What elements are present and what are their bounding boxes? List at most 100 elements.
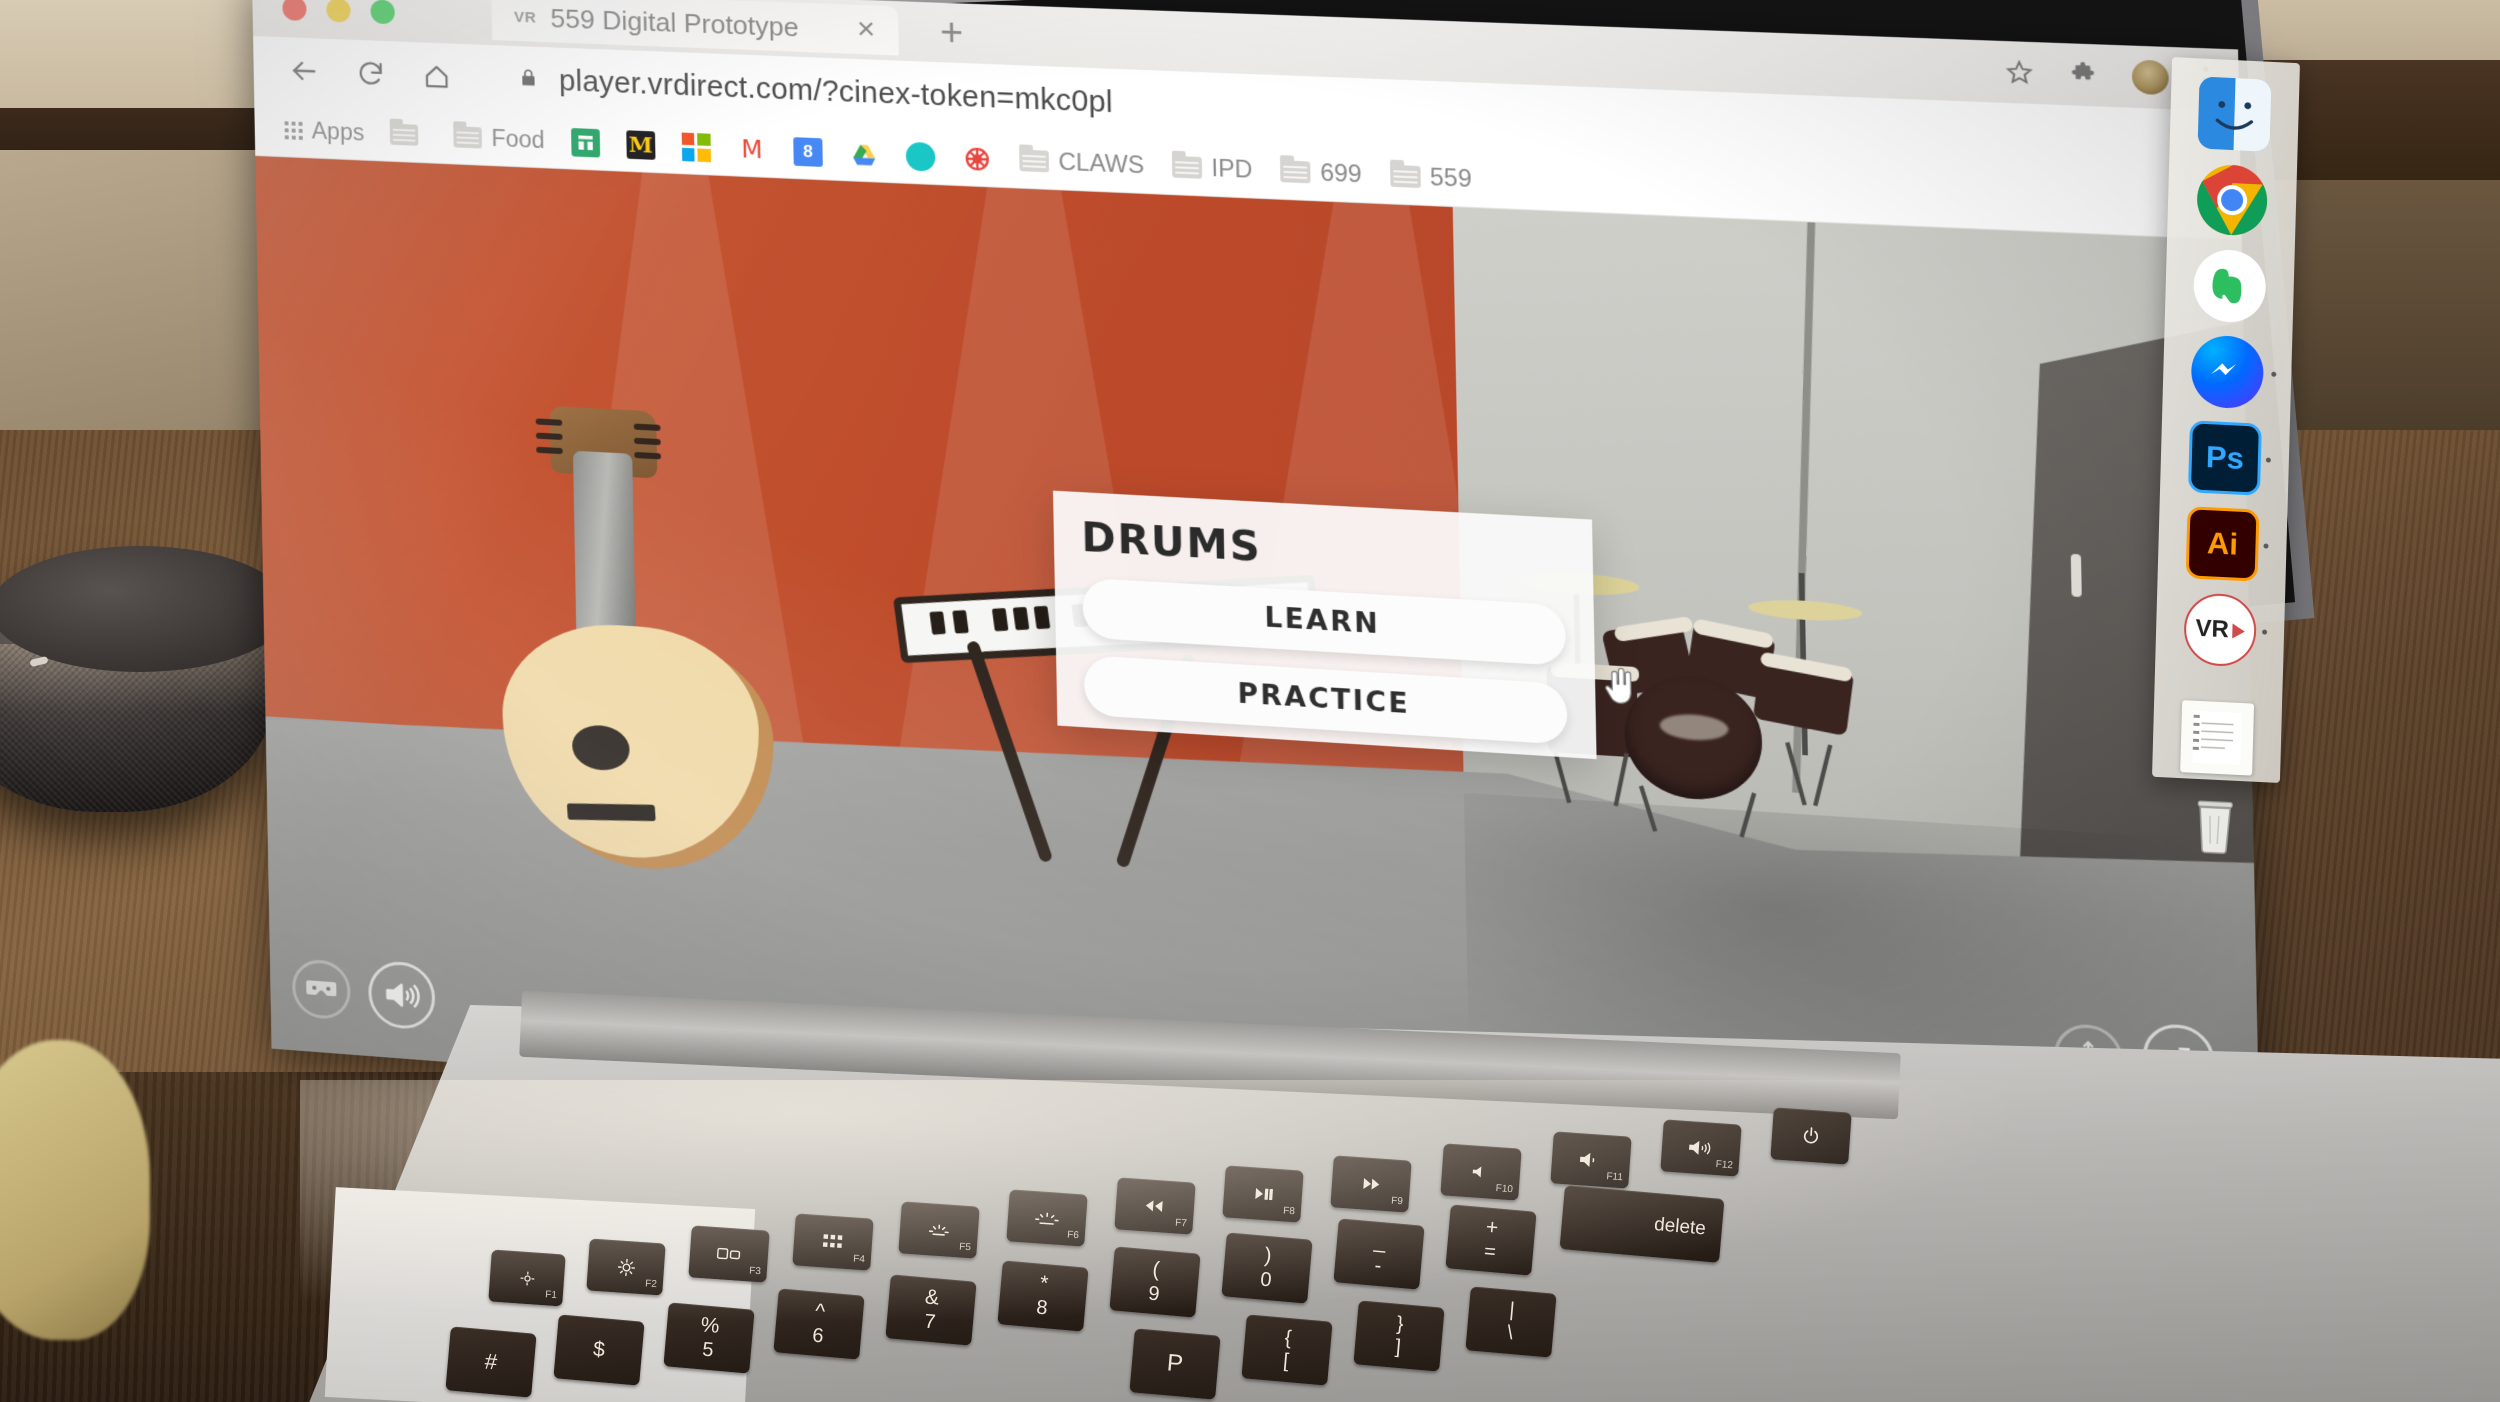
key-9[interactable]: (9 (1109, 1246, 1201, 1318)
guitar-body (500, 618, 762, 866)
key-4[interactable]: $ (553, 1314, 645, 1386)
bookmark-folder-claws[interactable]: CLAWS (1019, 146, 1144, 179)
reload-icon[interactable] (355, 58, 386, 89)
microsoft-icon[interactable] (681, 132, 711, 162)
power-button[interactable] (1770, 1107, 1852, 1165)
bookmark-folder-ipd[interactable]: IPD (1171, 153, 1253, 184)
key-f10[interactable]: F10 (1440, 1143, 1522, 1201)
drum-leg (1613, 752, 1629, 807)
key-0[interactable]: ) 0 (1221, 1232, 1313, 1304)
pinwheel-icon[interactable] (962, 144, 992, 174)
guitar-bridge (566, 803, 656, 822)
dock-separator (2181, 682, 2256, 686)
avatar[interactable] (2131, 59, 2169, 96)
key-8[interactable]: * 8 (997, 1260, 1089, 1332)
drum-leg (1739, 792, 1757, 838)
key-bracket-left[interactable]: {[ (1241, 1314, 1333, 1386)
bookmark-apps[interactable]: Apps (284, 116, 364, 146)
key-delete-label: delete (1653, 1214, 1707, 1240)
door-handle (2070, 553, 2082, 598)
star-icon[interactable] (2004, 58, 2034, 87)
keyboard-stand-leg (965, 640, 1054, 863)
bookmark-folder-559[interactable]: 559 (1389, 162, 1472, 194)
key-backslash[interactable]: | \ (1465, 1286, 1557, 1358)
key-p[interactable]: P (1129, 1328, 1221, 1400)
google-calendar-icon[interactable]: 8 (793, 136, 823, 167)
key-f9[interactable]: F9 (1330, 1155, 1412, 1213)
puzzle-icon[interactable] (2068, 60, 2098, 89)
drums-panel: DRUMS LEARN PRACTICE (1053, 490, 1597, 760)
bookmark-label: Food (491, 124, 545, 154)
key-f6[interactable]: F6 (1006, 1189, 1088, 1247)
macbook-pro: VR 559 Digital Prototype × + player.vrdi… (0, 0, 2500, 1402)
michigan-m-icon[interactable]: M (626, 129, 656, 160)
tab-favicon-vr-icon: VR (513, 8, 537, 27)
learn-button[interactable]: LEARN (1082, 577, 1567, 667)
dock-item-label: Ai (2206, 525, 2239, 562)
dock-item-finder[interactable] (2197, 76, 2272, 152)
dock-running-indicator (2271, 371, 2277, 377)
dock-item-trash[interactable] (2178, 786, 2252, 861)
dock-item-photoshop[interactable]: Ps (2187, 420, 2271, 496)
dock-running-indicator (2263, 543, 2269, 549)
acoustic-guitar[interactable] (483, 398, 799, 873)
key-delete[interactable]: delete (1559, 1185, 1725, 1263)
back-arrow-icon[interactable] (287, 54, 320, 87)
tab-title: 559 Digital Prototype (550, 2, 799, 43)
key-7[interactable]: & 7 (885, 1274, 977, 1346)
minimize-window-button[interactable] (326, 0, 351, 23)
guitar-tuning-peg (535, 418, 563, 426)
folder-icon (1280, 160, 1311, 184)
bookmark-label: 559 (1429, 163, 1472, 193)
dock-item-document[interactable] (2180, 700, 2255, 776)
close-window-button[interactable] (282, 0, 307, 22)
bookmark-label: IPD (1211, 154, 1253, 184)
address-bar[interactable]: player.vrdirect.com/?cinex-token=mkc0pl (518, 63, 1113, 120)
key-minus[interactable]: _ - (1333, 1218, 1425, 1290)
practice-button[interactable]: PRACTICE (1083, 655, 1568, 745)
key-f5[interactable]: F5 (898, 1201, 980, 1259)
bookmark-folder-unnamed[interactable] (390, 123, 428, 147)
bookmark-folder-699[interactable]: 699 (1280, 157, 1362, 188)
folder-icon (390, 123, 419, 146)
key-f3[interactable]: F3 (688, 1225, 770, 1283)
mouse-cursor-hand-icon (1599, 665, 1637, 715)
folder-icon (1019, 149, 1050, 173)
folder-icon (1389, 164, 1421, 188)
dock-item-illustrator[interactable]: Ai (2185, 506, 2269, 582)
teal-circle-icon[interactable] (905, 141, 936, 172)
key-6[interactable]: ^ 6 (773, 1288, 865, 1360)
bookmark-label: 699 (1319, 158, 1362, 188)
key-3[interactable]: # (445, 1326, 537, 1398)
key-f12[interactable]: F12 (1660, 1119, 1742, 1177)
new-tab-button[interactable]: + (940, 11, 964, 55)
close-tab-button[interactable]: × (857, 12, 876, 46)
dock-item-evernote[interactable] (2192, 248, 2267, 324)
key-bracket-right[interactable]: }] (1353, 1300, 1445, 1372)
key-f8[interactable]: F8 (1222, 1165, 1304, 1223)
home-icon[interactable] (422, 61, 452, 91)
folder-icon (1171, 155, 1202, 179)
google-drive-icon[interactable] (849, 138, 879, 169)
key-5[interactable]: % 5 (663, 1302, 755, 1374)
maximize-window-button[interactable] (370, 0, 395, 25)
gmail-icon[interactable]: M (737, 134, 767, 165)
dock-item-messenger[interactable] (2190, 334, 2277, 410)
key-f1[interactable]: F1 (488, 1249, 566, 1307)
key-equals[interactable]: + = (1445, 1204, 1537, 1276)
key-f7[interactable]: F7 (1114, 1177, 1196, 1235)
panel-title: DRUMS (1080, 514, 1263, 572)
dock-item-chrome[interactable] (2195, 162, 2269, 237)
dock-running-indicator (2262, 629, 2268, 635)
browser-tab[interactable]: VR 559 Digital Prototype × (491, 0, 899, 56)
drum-leg (1638, 785, 1658, 832)
key-f2[interactable]: F2 (586, 1238, 666, 1296)
practice-button-label: PRACTICE (1237, 678, 1411, 721)
guitar-tuning-peg (535, 432, 563, 441)
key-f4[interactable]: F4 (792, 1213, 874, 1271)
laptop-keyboard[interactable]: F1 F2 F3 F4 F5 F6 F7 F8 F9 F10 F11 F12 #… (300, 1080, 2500, 1402)
google-sheets-icon[interactable] (570, 127, 601, 158)
dock-item-vrdirect[interactable]: VR (2183, 592, 2268, 668)
key-f11[interactable]: F11 (1550, 1131, 1632, 1189)
bookmark-folder-food[interactable]: Food (453, 123, 545, 154)
